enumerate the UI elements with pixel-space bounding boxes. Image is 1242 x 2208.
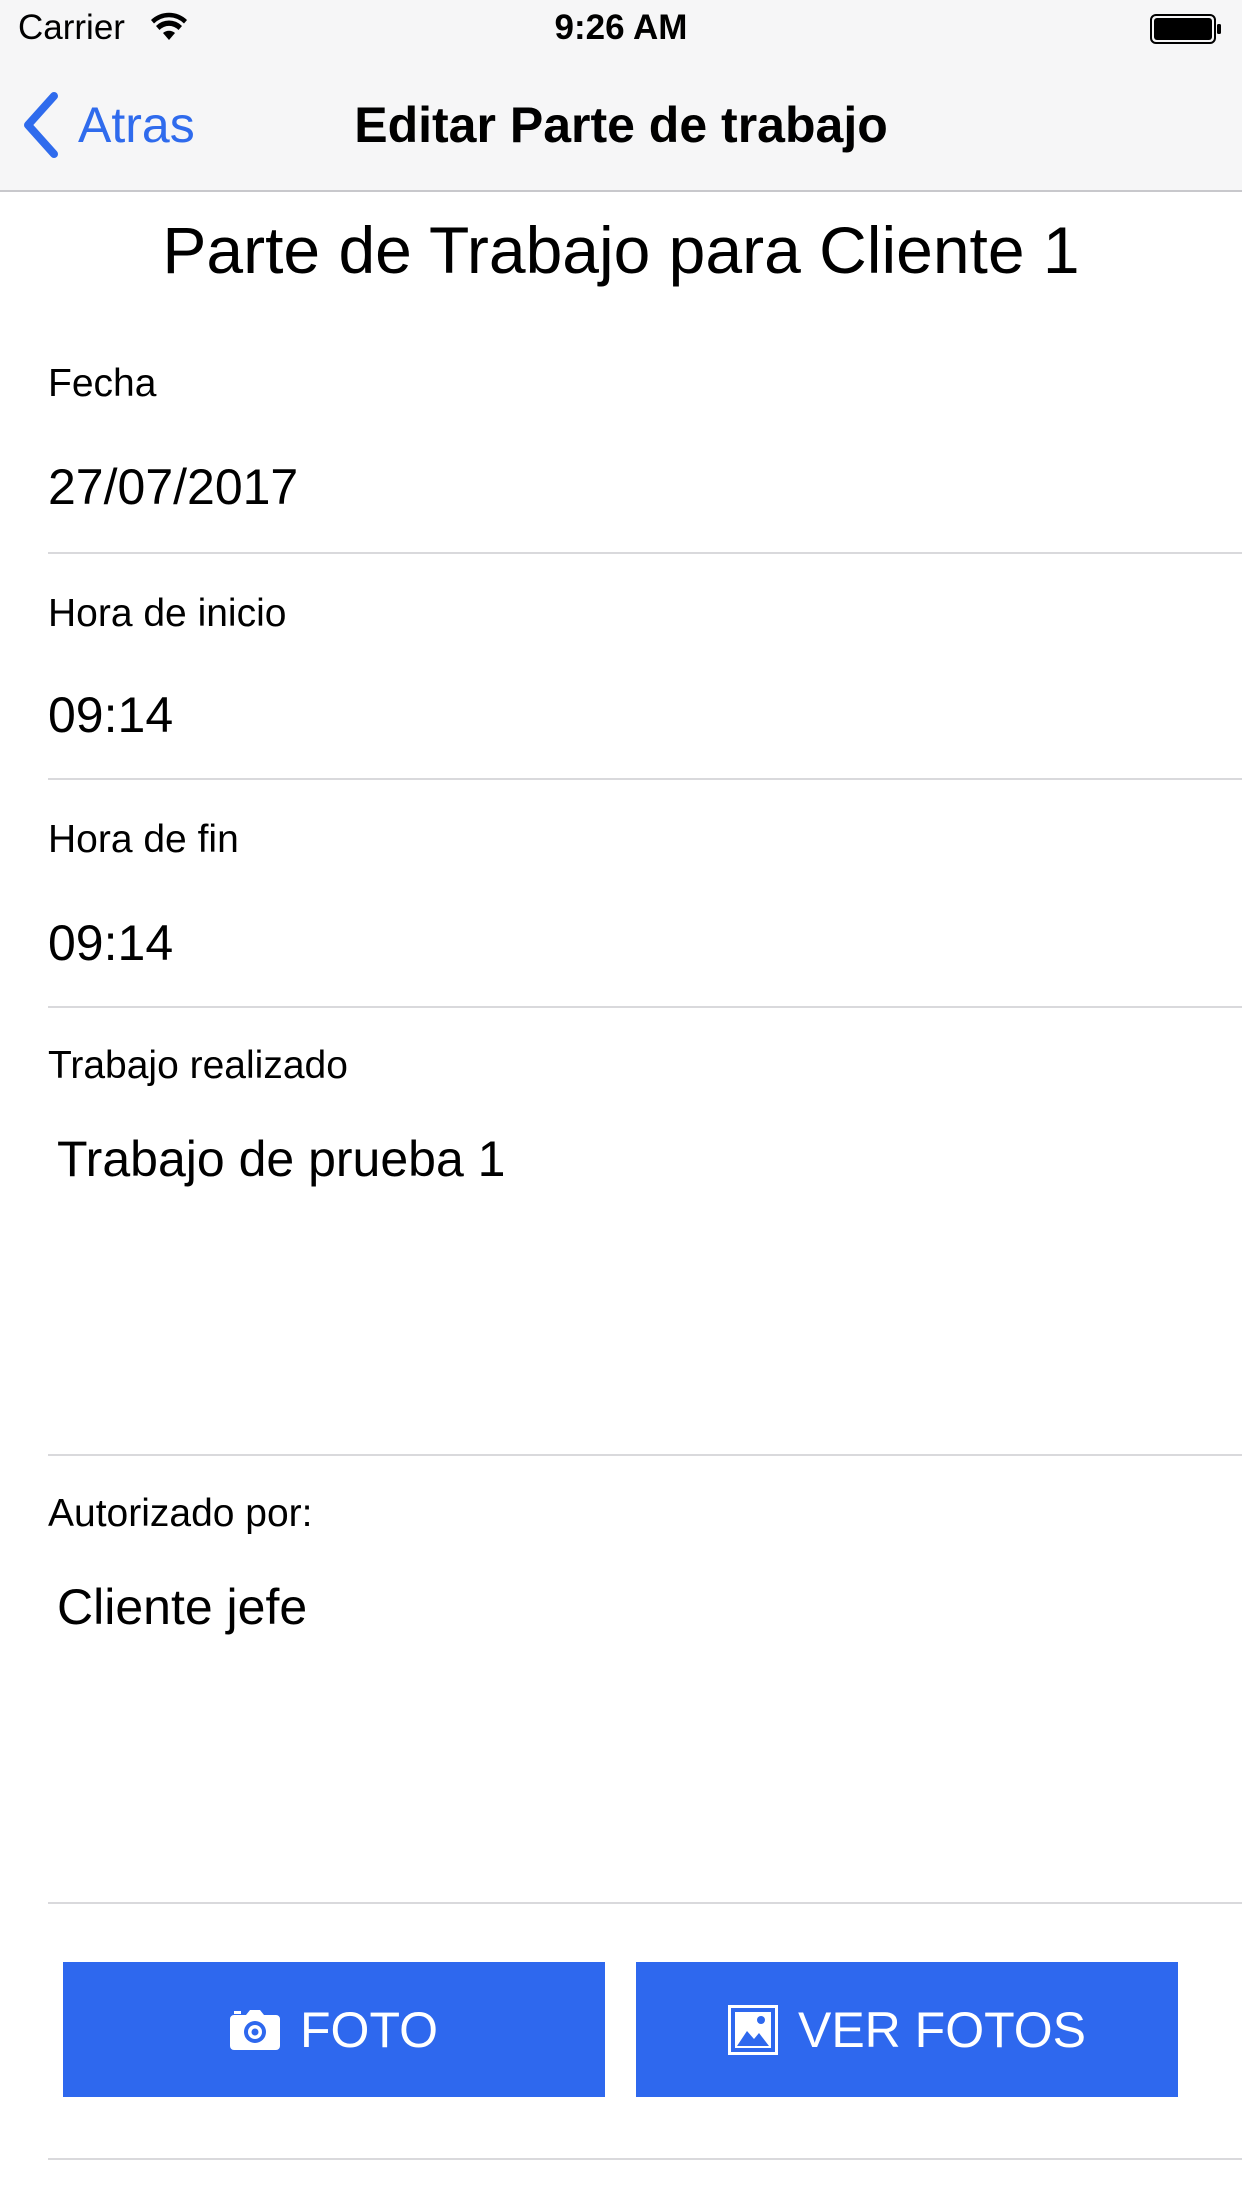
trabajo-textarea[interactable]: Trabajo de prueba 1 — [57, 1130, 1217, 1430]
divider — [48, 2158, 1242, 2160]
navigation-bar: Atras Editar Parte de trabajo — [0, 60, 1242, 192]
hora-inicio-field[interactable]: Hora de inicio 09:14 — [48, 554, 1242, 780]
hora-fin-label: Hora de fin — [48, 818, 239, 861]
nav-title: Editar Parte de trabajo — [354, 97, 888, 153]
trabajo-field: Trabajo realizado Trabajo de prueba 1 — [48, 1008, 1242, 1456]
status-bar: Carrier 9:26 AM — [0, 0, 1242, 60]
screen: Carrier 9:26 AM Atras Editar Parte de tr… — [0, 0, 1242, 2208]
hora-fin-value[interactable]: 09:14 — [48, 914, 173, 972]
page-title: Parte de Trabajo para Cliente 1 — [162, 213, 1080, 287]
hora-inicio-value[interactable]: 09:14 — [48, 686, 173, 744]
clock: 9:26 AM — [554, 8, 688, 47]
foto-button[interactable]: FOTO — [63, 1962, 605, 2097]
fecha-field[interactable]: Fecha 27/07/2017 — [48, 350, 1242, 554]
battery-icon — [1150, 14, 1221, 44]
foto-button-label: FOTO — [300, 2001, 438, 2058]
hora-inicio-label: Hora de inicio — [48, 592, 287, 635]
autorizado-label: Autorizado por: — [48, 1492, 313, 1535]
fecha-label: Fecha — [48, 362, 157, 405]
ver-fotos-button[interactable]: VER FOTOS — [636, 1962, 1178, 2097]
image-icon — [727, 2004, 778, 2055]
ver-fotos-button-label: VER FOTOS — [797, 2001, 1086, 2058]
trabajo-label: Trabajo realizado — [48, 1044, 348, 1087]
hora-fin-field[interactable]: Hora de fin 09:14 — [48, 780, 1242, 1008]
camera-icon — [230, 2009, 281, 2050]
fecha-value[interactable]: 27/07/2017 — [48, 458, 298, 516]
autorizado-field: Autorizado por: Cliente jefe — [48, 1456, 1242, 1904]
autorizado-textarea[interactable]: Cliente jefe — [57, 1578, 1217, 1878]
